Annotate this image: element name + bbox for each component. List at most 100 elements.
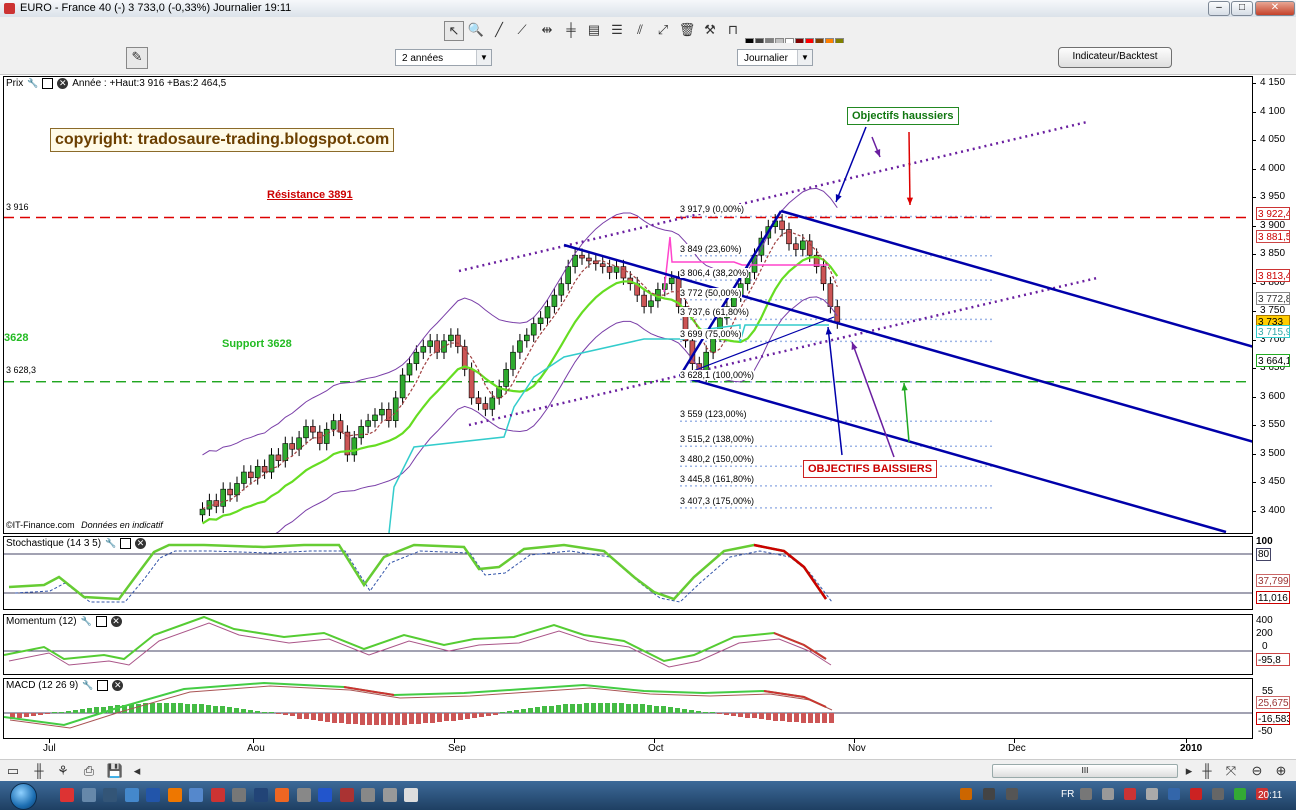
scroll-right-icon[interactable]: ▸ — [1180, 762, 1198, 780]
fib-level-label: 3 559 (123,00%) — [680, 409, 747, 420]
interval-select[interactable]: Journalier ▼ — [737, 49, 813, 66]
fibonacci-icon[interactable]: ▤ — [585, 21, 603, 39]
tray-icon[interactable] — [1190, 788, 1202, 800]
trendline-icon[interactable]: ⟋ — [513, 21, 531, 39]
minimize-button[interactable]: – — [1208, 1, 1230, 16]
macd-chart[interactable] — [4, 679, 1252, 738]
wrench-icon[interactable]: 🔧 — [82, 680, 93, 691]
horizontal-line-icon[interactable]: ⇹ — [538, 21, 556, 39]
bear-arrow-green — [903, 382, 910, 443]
macd-histogram-bar — [409, 713, 414, 724]
macd-histogram-bar — [192, 704, 197, 713]
taskbar-app-icon[interactable] — [60, 788, 74, 802]
retracement-icon[interactable]: ☰ — [608, 21, 626, 39]
window-icon[interactable] — [95, 616, 107, 627]
price-axis-tick — [1252, 197, 1256, 199]
print-icon[interactable]: ⎙ — [80, 762, 98, 780]
indicator-backtest-button[interactable]: Indicateur/Backtest — [1058, 47, 1172, 68]
start-button[interactable] — [10, 783, 37, 810]
candle — [420, 346, 427, 353]
tools-icon[interactable]: ⚒ — [701, 21, 719, 39]
taskbar-app-icon[interactable] — [382, 788, 397, 802]
tray-icon[interactable] — [1168, 788, 1180, 800]
window-icon[interactable] — [120, 538, 132, 549]
taskbar-app-icon[interactable] — [81, 788, 96, 802]
drawing-toolbar: ↖ 🔍 ╱ ⟋ ⇹ ╪ ▤ ☰ ⫽ ⤢ 🗑 ⚒ ⊓ — [0, 17, 1296, 55]
taskbar-app-icon[interactable] — [103, 788, 117, 802]
wrench-icon[interactable]: 🔧 — [81, 616, 92, 627]
candle — [517, 340, 523, 353]
stochastic-chart[interactable] — [4, 537, 1252, 609]
tray-icon[interactable] — [1080, 788, 1092, 800]
taskbar-app-icon[interactable] — [189, 788, 203, 802]
candle-icon[interactable]: ╫ — [1198, 762, 1216, 780]
macd-histogram-bar — [304, 713, 309, 719]
taskbar-app-icon[interactable] — [167, 788, 182, 802]
line-tool-icon[interactable]: ╱ — [490, 21, 508, 39]
clock[interactable]: 20:11 — [1258, 790, 1282, 801]
indicator-icon[interactable]: ⚘ — [54, 762, 72, 780]
horizontal-scrollbar[interactable]: III — [992, 764, 1178, 778]
save-icon[interactable]: 💾 — [106, 762, 124, 780]
zoom-fit-icon[interactable]: ⤧ — [1222, 762, 1240, 780]
wrench-icon[interactable]: 🔧 — [27, 78, 38, 89]
close-icon[interactable]: ✕ — [110, 616, 122, 627]
taskbar-app-icon[interactable] — [318, 788, 332, 802]
taskbar-app-icon[interactable] — [210, 788, 225, 802]
candle — [385, 408, 392, 421]
close-button[interactable]: ✕ — [1255, 1, 1295, 16]
trash-icon[interactable]: 🗑 — [678, 21, 696, 39]
language-indicator[interactable]: FR — [1061, 789, 1074, 800]
macd-histogram-bar — [654, 706, 659, 713]
cursor-icon[interactable]: ↖ — [444, 21, 464, 41]
tray-icon[interactable] — [1102, 788, 1114, 800]
support-left-tag: 3628 — [4, 332, 29, 344]
macd-pane-header: MACD (12 26 9) 🔧 ✕ — [6, 680, 124, 691]
bull-targets-label: Objectifs haussiers — [852, 110, 954, 122]
channel-icon[interactable]: ⤢ — [654, 21, 672, 39]
screen-icon[interactable]: ▭ — [4, 762, 22, 780]
macd-histogram-bar — [66, 711, 71, 713]
taskbar-app-icon[interactable] — [361, 788, 375, 802]
brush-icon[interactable]: ✎ — [126, 47, 148, 69]
maximize-button[interactable]: □ — [1231, 1, 1253, 16]
magnet-icon[interactable]: ⊓ — [724, 21, 742, 39]
tray-icon[interactable] — [1212, 788, 1224, 800]
taskbar-app-icon[interactable] — [339, 788, 354, 802]
candle — [503, 369, 509, 387]
taskbar-app-icon[interactable] — [275, 788, 289, 802]
price-tag: 3 715,9 — [1256, 324, 1290, 338]
taskbar-app-icon[interactable] — [146, 788, 160, 802]
zoom-out-icon[interactable]: ⊖ — [1248, 762, 1266, 780]
tray-icon[interactable] — [1146, 788, 1158, 800]
tray-icon[interactable] — [1124, 788, 1136, 800]
taskbar-app-icon[interactable] — [404, 788, 418, 802]
macd-histogram-bar — [45, 713, 50, 714]
zoom-in-icon[interactable]: ⊕ — [1272, 762, 1290, 780]
window-icon[interactable] — [97, 680, 109, 691]
vertical-line-icon[interactable]: ╪ — [562, 21, 580, 39]
close-icon[interactable]: ✕ — [112, 680, 124, 691]
tray-icon[interactable] — [983, 788, 995, 800]
tray-icon[interactable] — [960, 788, 972, 800]
candle — [275, 454, 282, 461]
taskbar-app-icon[interactable] — [124, 788, 139, 802]
window-icon[interactable] — [42, 78, 54, 89]
zoom-icon[interactable]: 🔍 — [467, 21, 485, 39]
taskbar-app-icon[interactable] — [296, 788, 311, 802]
taskbar-app-icon[interactable] — [232, 788, 246, 802]
close-icon[interactable]: ✕ — [57, 78, 69, 89]
tray-icon[interactable] — [1006, 788, 1018, 800]
scroll-left-icon[interactable]: ◂ — [128, 762, 146, 780]
period-select[interactable]: 2 années ▼ — [395, 49, 492, 66]
close-icon[interactable]: ✕ — [135, 538, 147, 549]
momentum-chart[interactable] — [4, 615, 1252, 674]
tray-icon[interactable] — [1234, 788, 1246, 800]
pitchfork-icon[interactable]: ⫽ — [631, 21, 649, 39]
macd-histogram-bar — [668, 707, 673, 713]
candle-icon[interactable]: ╫ — [30, 762, 48, 780]
wrench-icon[interactable]: 🔧 — [105, 538, 116, 549]
taskbar-app-icon[interactable] — [253, 788, 268, 802]
macd-histogram-bar — [17, 713, 22, 718]
source-name: ©IT-Finance.com — [6, 520, 75, 530]
